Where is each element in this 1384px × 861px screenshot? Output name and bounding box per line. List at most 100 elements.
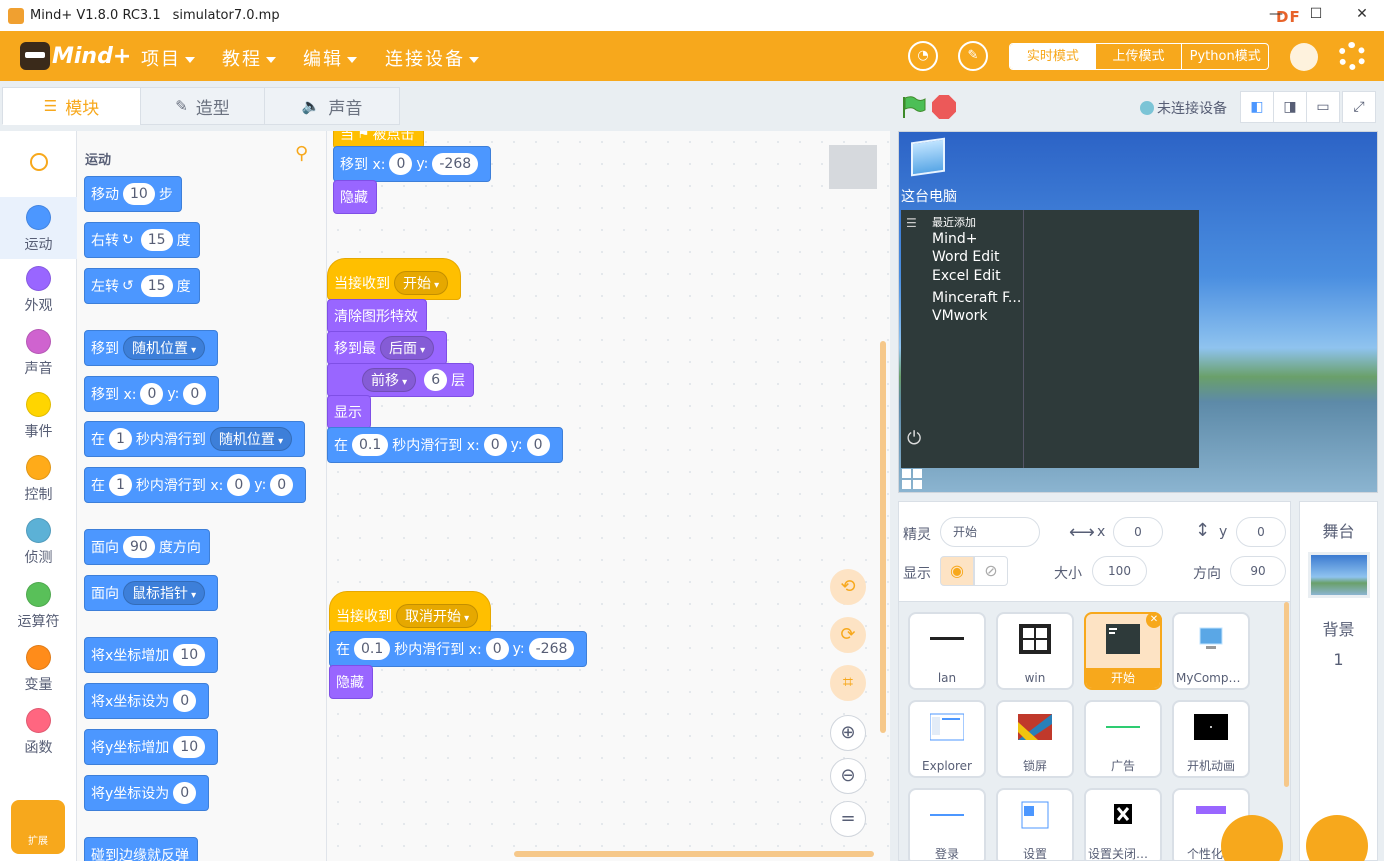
delete-sprite-icon[interactable]: ✕: [1146, 612, 1162, 628]
direction-input[interactable]: 90: [123, 536, 155, 558]
start-menu-item[interactable]: Excel Edit: [932, 268, 1001, 284]
undo-button[interactable]: ⟲: [830, 569, 866, 605]
layout-small-stage-button[interactable]: ◧: [1240, 91, 1274, 123]
degrees-input[interactable]: 15: [140, 229, 173, 251]
sprite-tile[interactable]: 登录: [908, 788, 986, 860]
stage-thumbnail[interactable]: [1307, 552, 1370, 598]
close-button[interactable]: ✕: [1352, 4, 1372, 24]
zoom-reset-button[interactable]: =: [830, 801, 866, 837]
script2-show[interactable]: 显示: [327, 395, 371, 429]
x-input[interactable]: 0: [485, 638, 509, 660]
size-input[interactable]: 100: [1092, 556, 1147, 586]
block-glide-xy[interactable]: 在 1 秒内滑行到 x: 0 y: 0: [84, 467, 307, 503]
workspace-vertical-scrollbar[interactable]: [880, 341, 886, 733]
minimize-button[interactable]: —: [1266, 4, 1286, 24]
block-glide-target[interactable]: 在 1 秒内滑行到 随机位置: [84, 421, 306, 457]
category-sensing[interactable]: 侦测: [0, 518, 77, 567]
power-icon[interactable]: ⏻: [907, 428, 921, 449]
menu-project[interactable]: 项目: [141, 45, 195, 71]
script-workspace[interactable]: 当⚑被点击 移到 x:0y:-268 隐藏 当接收到开始 清除图形特效 移到最后…: [327, 131, 890, 861]
green-flag-icon[interactable]: [900, 95, 926, 119]
sprite-tile[interactable]: lan: [908, 612, 986, 690]
hamburger-icon[interactable]: ☰: [906, 216, 917, 230]
menu-tutorial[interactable]: 教程: [222, 45, 276, 71]
when-receive-cancel-hat[interactable]: 当接收到 取消开始: [329, 591, 492, 633]
sprite-tile[interactable]: Explorer: [908, 700, 986, 778]
stage-selector[interactable]: 舞台 背景 1: [1299, 501, 1378, 861]
category-motion[interactable]: 运动: [0, 197, 77, 259]
pin-icon[interactable]: ⚲: [295, 143, 308, 164]
show-sprite-eye-icon[interactable]: ◉: [940, 556, 974, 586]
workspace-minimap[interactable]: [829, 145, 877, 189]
x-input[interactable]: 0: [227, 474, 251, 496]
script3-hide[interactable]: 隐藏: [329, 665, 373, 699]
seconds-input[interactable]: 0.1: [352, 434, 389, 456]
x-input[interactable]: 0: [483, 434, 507, 456]
sprite-tile[interactable]: MyCompu...: [1172, 612, 1250, 690]
y-input[interactable]: -268: [432, 153, 479, 175]
sprite-tile[interactable]: 设置关闭按钮: [1084, 788, 1162, 860]
block-bounce[interactable]: 碰到边缘就反弹: [84, 837, 198, 861]
seconds-input[interactable]: 1: [109, 428, 132, 450]
block-turn-right[interactable]: 右转 ↻ 15 度: [84, 222, 200, 258]
block-turn-left[interactable]: 左转 ↺ 15 度: [84, 268, 200, 304]
y-position-input[interactable]: 0: [1236, 517, 1286, 547]
category-operators[interactable]: 运算符: [0, 582, 77, 631]
x-input[interactable]: 0: [389, 153, 413, 175]
category-looks[interactable]: 外观: [0, 266, 77, 315]
block-move-steps[interactable]: 移动 10 步: [84, 176, 182, 212]
zoom-out-button[interactable]: ⊖: [830, 758, 866, 794]
layout-hide-stage-button[interactable]: ▭: [1306, 91, 1340, 123]
towards-dropdown[interactable]: 鼠标指针: [123, 581, 206, 605]
message-dropdown[interactable]: 开始: [394, 271, 449, 295]
extension-button[interactable]: 扩展: [11, 800, 65, 854]
x-input[interactable]: 0: [173, 690, 197, 712]
sprite-name-input[interactable]: 开始: [940, 517, 1040, 547]
y-input[interactable]: 0: [270, 474, 294, 496]
y-input[interactable]: -268: [528, 638, 575, 660]
sprite-tile-selected[interactable]: ✕ 开始: [1084, 612, 1162, 690]
category-variables[interactable]: 变量: [0, 645, 77, 694]
category-functions[interactable]: 函数: [0, 708, 77, 757]
block-change-x[interactable]: 将x坐标增加 10: [84, 637, 219, 673]
computer-icon[interactable]: [911, 137, 945, 177]
dy-input[interactable]: 10: [173, 736, 206, 758]
start-menu-item[interactable]: VMwork: [932, 308, 988, 324]
search-icon[interactable]: [30, 153, 48, 171]
start-menu-item[interactable]: Mind+: [932, 231, 977, 247]
y-input[interactable]: 0: [183, 383, 207, 405]
block-set-y[interactable]: 将y坐标设为 0: [84, 775, 210, 811]
script1-goto-xy[interactable]: 移到 x: 0 y: -268: [333, 146, 492, 182]
dashboard-icon[interactable]: ◔: [908, 41, 938, 71]
sprite-tile[interactable]: win: [996, 612, 1074, 690]
seconds-input[interactable]: 1: [109, 474, 132, 496]
tab-costumes[interactable]: ✎ 造型: [140, 87, 265, 125]
message-dropdown[interactable]: 取消开始: [396, 604, 479, 628]
script2-go-layers[interactable]: 前移6层: [327, 363, 475, 397]
layer-dropdown[interactable]: 后面: [380, 336, 435, 360]
gear-icon[interactable]: [1338, 42, 1366, 70]
tab-sounds[interactable]: 🔈 声音: [264, 87, 400, 125]
seconds-input[interactable]: 0.1: [354, 638, 391, 660]
x-input[interactable]: 0: [140, 383, 164, 405]
block-goto-xy[interactable]: 移到 x: 0 y: 0: [84, 376, 220, 412]
x-position-input[interactable]: 0: [1113, 517, 1163, 547]
block-point-towards[interactable]: 面向 鼠标指针: [84, 575, 219, 611]
category-sound[interactable]: 声音: [0, 329, 77, 378]
layers-input[interactable]: 6: [424, 369, 448, 391]
when-receive-start-hat[interactable]: 当接收到 开始: [327, 258, 462, 300]
mode-upload[interactable]: 上传模式: [1096, 44, 1182, 69]
glide-target-dropdown[interactable]: 随机位置: [209, 427, 293, 451]
sprite-tile[interactable]: 开机动画: [1172, 700, 1250, 778]
user-avatar-icon[interactable]: [1290, 43, 1318, 71]
fullscreen-button[interactable]: ⤢: [1342, 91, 1376, 123]
mode-realtime[interactable]: 实时模式: [1010, 44, 1096, 69]
sprite-tile[interactable]: 设置: [996, 788, 1074, 860]
start-menu-item[interactable]: Minceraft F...: [932, 290, 1021, 306]
degrees-input[interactable]: 15: [140, 275, 173, 297]
block-goto-target[interactable]: 移到 随机位置: [84, 330, 219, 366]
maximize-button[interactable]: ☐: [1306, 4, 1326, 24]
forward-dropdown[interactable]: 前移: [362, 368, 417, 392]
redo-button[interactable]: ⟳: [830, 617, 866, 653]
sprite-list-scrollbar[interactable]: [1284, 602, 1289, 787]
